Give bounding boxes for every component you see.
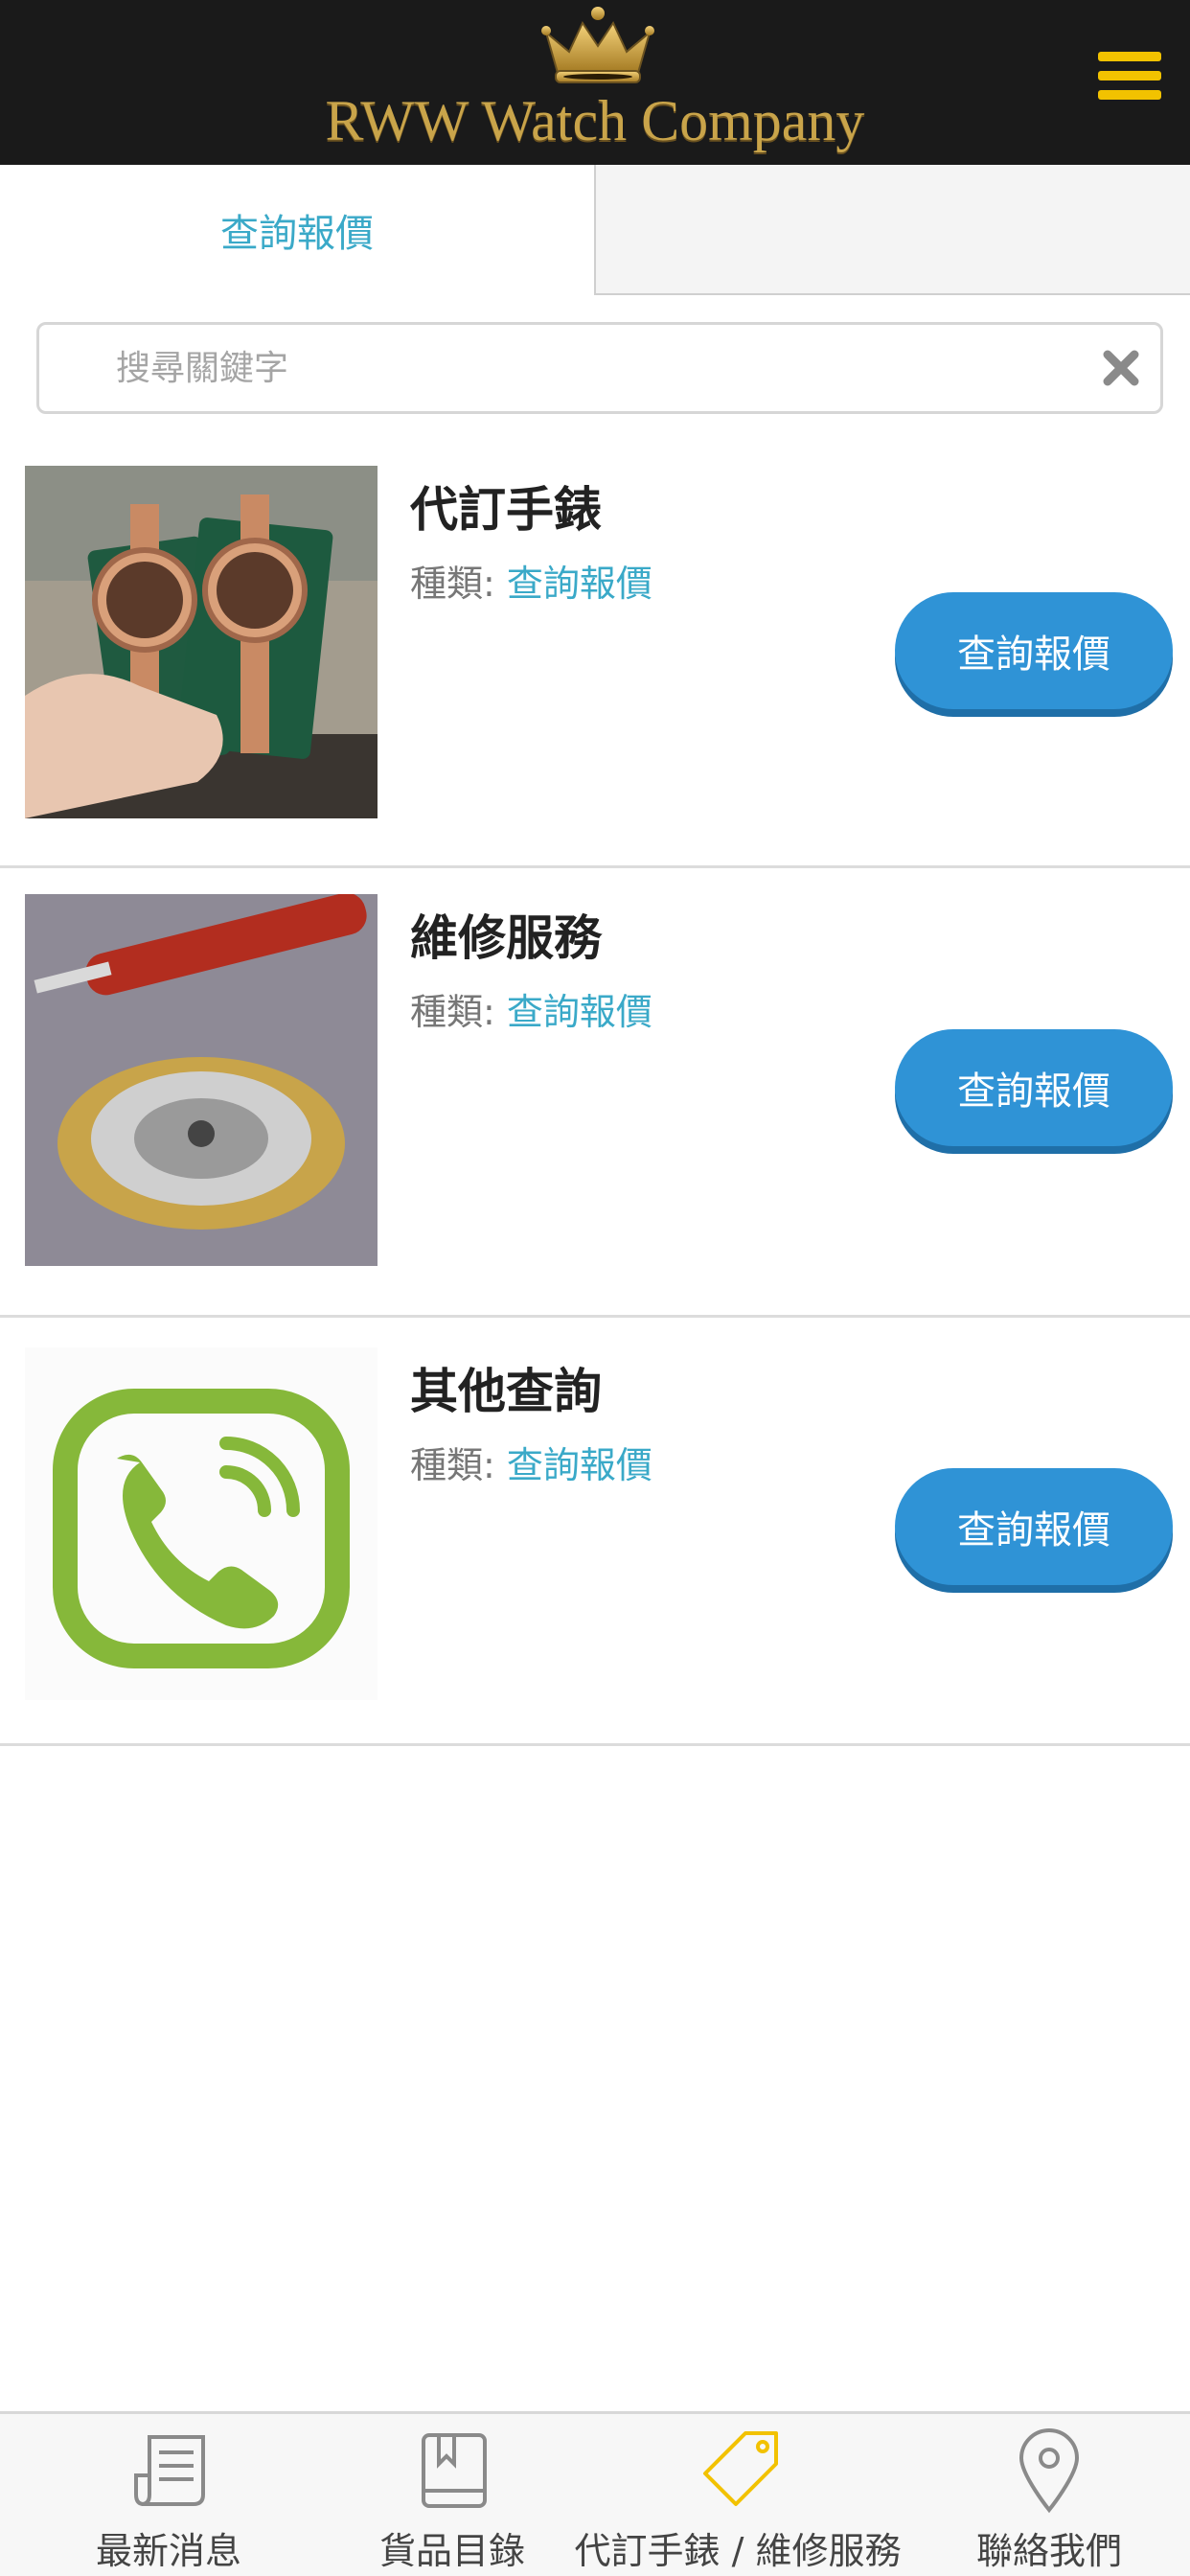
newspaper-icon	[134, 2435, 205, 2506]
category-label: 種類:	[410, 1444, 495, 1486]
item-category: 種類: 查詢報價	[410, 554, 652, 607]
quote-button[interactable]: 查詢報價	[895, 1468, 1173, 1585]
list-item: 其他查詢 種類: 查詢報價 查詢報價	[0, 1321, 1190, 1746]
quote-button[interactable]: 查詢報價	[895, 1029, 1173, 1146]
product-image-repair[interactable]	[25, 894, 378, 1266]
search-input[interactable]	[116, 325, 1074, 411]
category-value[interactable]: 查詢報價	[507, 1444, 652, 1486]
price-tag-icon	[703, 2431, 778, 2506]
tab-empty[interactable]	[594, 165, 1190, 295]
product-image-phone[interactable]	[25, 1347, 378, 1700]
item-title: 代訂手錶	[410, 482, 602, 538]
item-title: 維修服務	[410, 910, 602, 966]
item-category: 種類: 查詢報價	[410, 1436, 652, 1488]
nav-label: 聯絡我們	[975, 2530, 1122, 2572]
tab-bar: 查詢報價	[0, 165, 1190, 295]
nav-item-news[interactable]: 最新消息	[0, 2414, 337, 2576]
quote-button[interactable]: 查詢報價	[895, 592, 1173, 709]
bottom-nav: 最新消息 貨品目錄 代訂手錶 / 維修服務 聯絡我們	[0, 2411, 1190, 2576]
nav-label: 最新消息	[95, 2530, 241, 2572]
book-icon	[422, 2433, 487, 2508]
category-label: 種類:	[410, 563, 495, 605]
close-x-icon[interactable]	[1099, 346, 1143, 390]
nav-label: 代訂手錶 / 維修服務	[574, 2530, 902, 2572]
crown-icon	[541, 7, 654, 83]
tab-quote[interactable]: 查詢報價	[0, 165, 594, 295]
search-box	[36, 322, 1163, 414]
list-item: 維修服務 種類: 查詢報價 查詢報價	[0, 871, 1190, 1318]
nav-item-catalog[interactable]: 貨品目錄	[337, 2414, 567, 2576]
brand-logo[interactable]: RWW Watch Company	[0, 0, 1190, 165]
nav-label: 貨品目錄	[378, 2530, 525, 2572]
list-item: 代訂手錶 種類: 查詢報價 查詢報價	[0, 447, 1190, 868]
hamburger-menu-icon[interactable]	[1098, 52, 1161, 107]
category-value[interactable]: 查詢報價	[507, 991, 652, 1033]
nav-item-contact[interactable]: 聯絡我們	[908, 2414, 1190, 2576]
item-title: 其他查詢	[410, 1364, 602, 1419]
map-pin-icon	[1018, 2428, 1080, 2514]
category-label: 種類:	[410, 991, 495, 1033]
item-category: 種類: 查詢報價	[410, 982, 652, 1035]
app-header: RWW Watch Company	[0, 0, 1190, 165]
product-image-watches[interactable]	[25, 466, 378, 818]
category-value[interactable]: 查詢報價	[507, 563, 652, 605]
brand-name: RWW Watch Company	[325, 89, 865, 152]
nav-item-order-repair[interactable]: 代訂手錶 / 維修服務	[567, 2414, 908, 2576]
